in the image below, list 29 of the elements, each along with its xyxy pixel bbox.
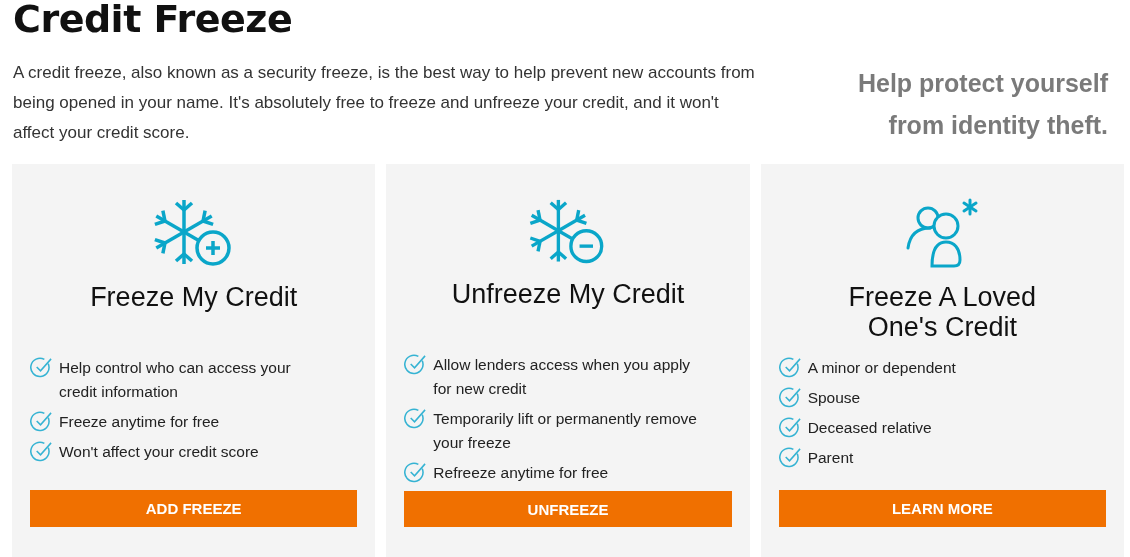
check-circle-icon xyxy=(30,410,53,433)
check-circle-icon xyxy=(404,353,428,377)
check-circle-icon xyxy=(778,386,802,409)
card-title: Freeze A Loved One's Credit xyxy=(847,282,1038,344)
benefit-text: Spouse xyxy=(807,388,862,408)
action-button[interactable]: UNFREEZE xyxy=(404,491,732,527)
page-title: Credit Freeze xyxy=(12,0,294,38)
check-circle-icon xyxy=(30,356,53,379)
action-button[interactable]: LEARN MORE xyxy=(778,490,1106,527)
check-circle-icon xyxy=(778,356,802,379)
card-title: Freeze My Credit xyxy=(89,282,299,314)
check-circle-icon xyxy=(778,446,802,469)
benefit-text: Won't affect your credit score xyxy=(59,442,260,462)
card-title: Unfreeze My Credit xyxy=(450,279,686,312)
check-circle-icon xyxy=(404,407,428,431)
action-button[interactable]: ADD FREEZE xyxy=(30,490,358,527)
benefit-text: Refreeze anytime for free xyxy=(433,463,610,484)
check-circle-icon xyxy=(778,416,802,439)
benefit-text: A minor or dependent xyxy=(807,358,957,378)
benefit-text: Freeze anytime for free xyxy=(59,412,221,432)
check-circle-icon xyxy=(30,440,53,463)
intro-text: A credit freeze, also known as a security freeze, is the best way to help prevent new accounts from being opened in your name. It's absolutely free to freeze and unfreeze your credit, and it won't affect your credit score. xyxy=(13,62,756,144)
benefit-text: Deceased relative xyxy=(807,418,933,438)
benefit-text: Allow lenders access when you apply for new credit xyxy=(433,355,692,400)
check-circle-icon xyxy=(404,461,428,485)
benefit-text: Help control who can access your credit information xyxy=(59,358,292,402)
tagline: Help protect yourself from identity theft. xyxy=(856,68,1108,141)
benefit-text: Temporarily lift or permanently remove your freeze xyxy=(433,409,698,454)
benefit-text: Parent xyxy=(807,448,855,468)
